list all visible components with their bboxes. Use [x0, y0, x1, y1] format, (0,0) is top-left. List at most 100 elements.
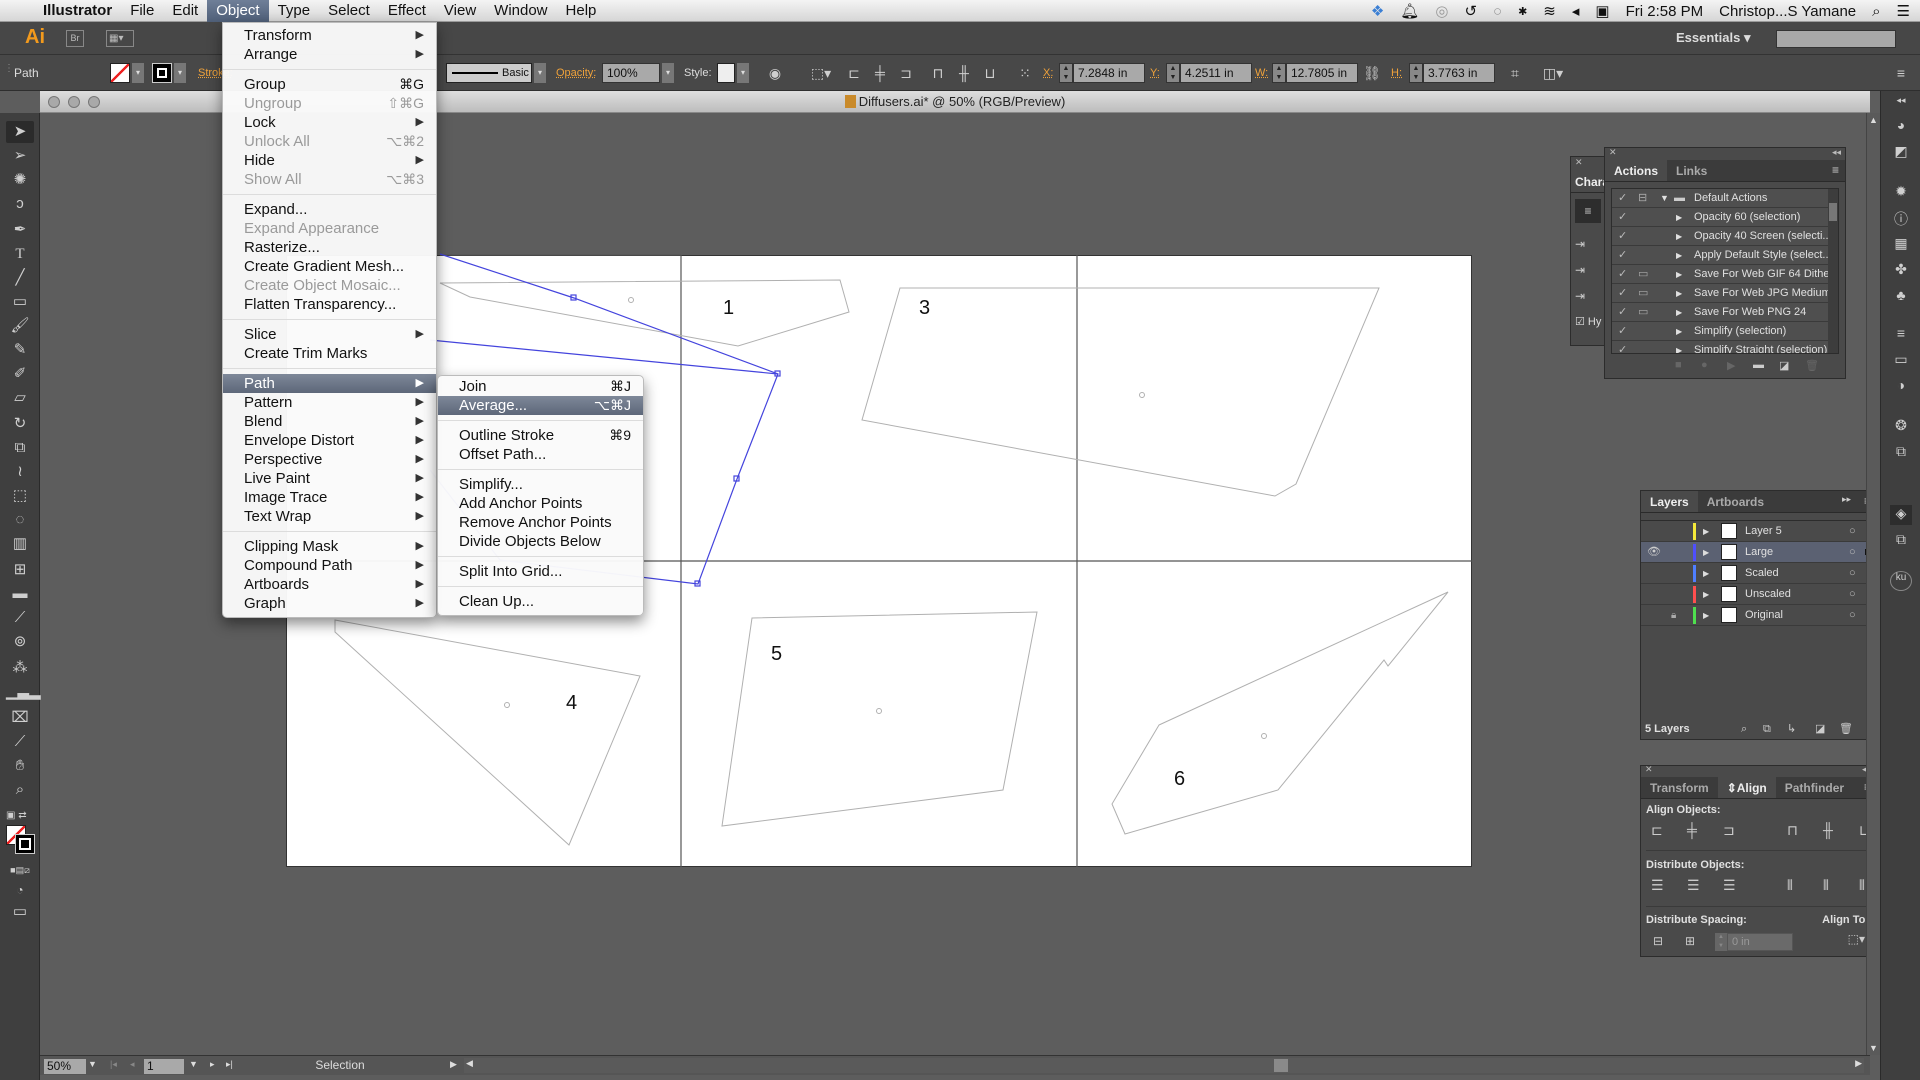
play-selection-icon[interactable]: ▶: [1727, 359, 1735, 372]
opacity-dropdown[interactable]: ▾: [662, 63, 674, 83]
actions-panel-close-icon[interactable]: ✕: [1609, 147, 1617, 158]
menu-item[interactable]: Text Wrap ▶: [223, 507, 436, 526]
action-row[interactable]: ✓ ▶ Opacity 40 Screen (selecti...: [1612, 227, 1838, 246]
perspective-grid-tool-icon[interactable]: ▥: [6, 533, 34, 555]
clock[interactable]: Fri 2:58 PM: [1626, 3, 1704, 20]
h-field[interactable]: 3.7763 in: [1423, 63, 1495, 83]
expand-action-icon[interactable]: ▶: [1676, 322, 1682, 341]
menu-item[interactable]: Create Gradient Mesh...: [223, 257, 436, 276]
expand-layer-icon[interactable]: ▶: [1703, 605, 1709, 626]
tab-actions[interactable]: Actions: [1605, 160, 1668, 181]
align-panel-close-icon[interactable]: ✕: [1645, 764, 1653, 775]
type-tool-icon[interactable]: T: [6, 243, 34, 265]
align-left-paragraph-icon[interactable]: ≡: [1575, 199, 1601, 223]
brush-definition[interactable]: Basic: [446, 63, 532, 83]
magic-wand-tool-icon[interactable]: ✺: [6, 169, 34, 191]
begin-recording-icon[interactable]: ●: [1701, 359, 1708, 371]
apple-icon[interactable]: [0, 0, 27, 22]
align-right-icon[interactable]: ⊐: [896, 63, 916, 83]
pen-tool-icon[interactable]: ✒: [6, 219, 34, 241]
horizontal-scrollbar[interactable]: ◀ ▶: [464, 1058, 1864, 1073]
expand-action-icon[interactable]: ▶: [1676, 227, 1682, 246]
vertical-align-top-icon[interactable]: ⊓: [1787, 822, 1798, 839]
toggle-item-check[interactable]: ✓: [1618, 189, 1627, 208]
rectangle-tool-icon[interactable]: ▭: [6, 291, 34, 313]
notification-bell-icon[interactable]: 🔔︎: [1400, 2, 1419, 20]
toggle-item-check[interactable]: ✓: [1618, 322, 1627, 341]
layer-name[interactable]: Layer 5: [1745, 521, 1782, 542]
transform-icon[interactable]: ⌗: [1504, 63, 1526, 83]
zoom-dropdown[interactable]: ▼: [88, 1059, 97, 1069]
expand-action-icon[interactable]: ▶: [1676, 246, 1682, 265]
tab-artboards[interactable]: Artboards: [1698, 491, 1773, 512]
action-row[interactable]: ✓ ▭ ▶ Save For Web JPG Medium: [1612, 284, 1838, 303]
rotate-tool-icon[interactable]: ↻: [6, 413, 34, 435]
stroke-dropdown[interactable]: ▾: [174, 63, 186, 83]
align-vertical-center-icon[interactable]: ╫: [954, 63, 974, 83]
horizontal-distribute-center-icon[interactable]: ⫴: [1823, 877, 1829, 894]
stop-recording-icon[interactable]: ■: [1675, 359, 1682, 371]
menu-item[interactable]: Pattern ▶: [223, 393, 436, 412]
help-search-input[interactable]: [1776, 30, 1896, 48]
menu-item[interactable]: Blend ▶: [223, 412, 436, 431]
menu-item[interactable]: Artboards ▶: [223, 575, 436, 594]
menu-item[interactable]: Divide Objects Below: [438, 532, 643, 551]
constrain-proportions-link-icon[interactable]: ⛓: [1362, 63, 1382, 83]
slice-tool-icon[interactable]: ⟋: [6, 731, 34, 753]
stroke-panel-icon[interactable]: ≡: [1890, 325, 1912, 345]
scroll-up-arrow[interactable]: ▲: [1869, 115, 1878, 125]
menu-item[interactable]: Lock ▶: [223, 113, 436, 132]
layer-name[interactable]: Scaled: [1745, 563, 1779, 584]
zoom-tool-icon[interactable]: ⌕: [6, 779, 34, 801]
menu-item[interactable]: Image Trace ▶: [223, 488, 436, 507]
create-new-sublayer-icon[interactable]: ↳: [1787, 719, 1796, 739]
action-row[interactable]: ✓ ▶ Opacity 60 (selection): [1612, 208, 1838, 227]
target-circle-icon[interactable]: ○: [1849, 542, 1856, 563]
drawing-mode-icon[interactable]: ◔: [6, 879, 34, 901]
align-to-dropdown[interactable]: ⬚▾: [1848, 932, 1865, 946]
target-circle-icon[interactable]: ○: [1849, 584, 1856, 605]
create-new-layer-icon[interactable]: ◪: [1815, 719, 1825, 739]
menu-item[interactable]: Flatten Transparency...: [223, 295, 436, 314]
menu-item[interactable]: Average... ⌥⌘J: [438, 396, 643, 415]
menu-item[interactable]: Hide ▶: [223, 151, 436, 170]
brush-dropdown[interactable]: ▾: [534, 63, 546, 83]
color-panel-icon[interactable]: ◕: [1890, 117, 1912, 137]
toggle-item-check[interactable]: ✓: [1618, 341, 1627, 353]
menu-item[interactable]: Compound Path ▶: [223, 556, 436, 575]
align-horizontal-center-icon[interactable]: ╪: [870, 63, 890, 83]
zoom-window-button[interactable]: [88, 96, 100, 108]
create-new-set-icon[interactable]: ▬: [1753, 359, 1764, 371]
menu-edit[interactable]: Edit: [163, 0, 207, 22]
w-field[interactable]: 12.7805 in: [1286, 63, 1358, 83]
layer-name[interactable]: Large: [1745, 542, 1773, 563]
recolor-artwork-icon[interactable]: ◉: [764, 63, 786, 83]
symbol-sprayer-tool-icon[interactable]: ⁂: [6, 657, 34, 679]
artboards-panel-icon[interactable]: ⧉: [1890, 443, 1912, 463]
action-row[interactable]: ✓ ▶ Simplify (selection): [1612, 322, 1838, 341]
menu-view[interactable]: View: [435, 0, 485, 22]
actions-panel-menu-icon[interactable]: ≡: [1832, 163, 1839, 177]
scroll-down-arrow[interactable]: ▼: [1869, 1043, 1878, 1053]
expand-action-icon[interactable]: ▶: [1676, 265, 1682, 284]
transparency-panel-icon[interactable]: ◑: [1890, 377, 1912, 397]
layer-row[interactable]: 🔒︎ ▶ Original ○: [1641, 605, 1875, 626]
workspace-switcher[interactable]: Essentials ▾: [1676, 30, 1750, 46]
tab-align[interactable]: ⇕Align: [1717, 777, 1776, 798]
action-row[interactable]: ✓ ▭ ▶ Save For Web GIF 64 Dithe...: [1612, 265, 1838, 284]
spotlight-search-icon[interactable]: ⌕: [1872, 3, 1880, 20]
messages-icon[interactable]: ○: [1493, 3, 1502, 20]
y-field[interactable]: 4.2511 in: [1180, 63, 1252, 83]
menu-item[interactable]: Remove Anchor Points: [438, 513, 643, 532]
spacing-field[interactable]: 0 in: [1727, 933, 1793, 951]
menu-window[interactable]: Window: [485, 0, 556, 22]
kuler-panel-icon[interactable]: ku: [1890, 571, 1912, 591]
menu-object[interactable]: Object: [207, 0, 269, 22]
horizontal-align-right-icon[interactable]: ⊐: [1723, 822, 1735, 839]
delete-action-icon[interactable]: 🗑︎: [1805, 359, 1819, 372]
layer-name[interactable]: Original: [1745, 605, 1783, 626]
toggle-dialog-icon[interactable]: ▭: [1638, 303, 1648, 322]
hand-tool-icon[interactable]: ✋︎: [6, 755, 34, 777]
align-bottom-icon[interactable]: ⊔: [980, 63, 1000, 83]
vertical-distribute-top-icon[interactable]: ☰: [1651, 877, 1664, 894]
